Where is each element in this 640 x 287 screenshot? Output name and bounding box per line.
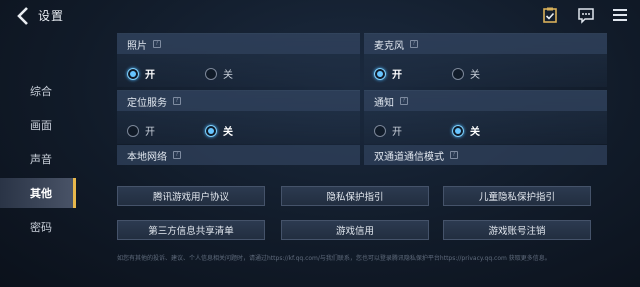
setting-label: 通知: [374, 97, 394, 109]
photo-on-option[interactable]: 开: [127, 66, 155, 81]
back-arrow-icon[interactable]: [14, 6, 34, 26]
top-bar: 设置: [0, 0, 640, 32]
sidebar-item-label: 密码: [30, 221, 52, 234]
sidebar-item-label: 声音: [30, 153, 52, 166]
menu-icon[interactable]: [611, 6, 629, 24]
radio-on-icon[interactable]: [205, 124, 217, 137]
location-off-option[interactable]: 关: [205, 123, 233, 138]
setting-label: 本地网络: [127, 151, 167, 163]
radio-off-icon[interactable]: [374, 124, 386, 137]
page-title: 设置: [38, 9, 65, 23]
setting-label: 照片: [127, 40, 147, 52]
info-icon[interactable]: ?: [153, 40, 161, 48]
account-cancel-button[interactable]: 游戏账号注销: [443, 220, 591, 240]
sidebar-item-sound[interactable]: 声音: [0, 144, 76, 174]
radio-off-icon[interactable]: [205, 67, 217, 80]
option-label: 开: [392, 70, 402, 81]
radio-off-icon[interactable]: [127, 124, 139, 137]
option-label: 开: [145, 70, 155, 81]
photo-setting: 照片 ? 开 关: [117, 33, 360, 87]
chat-icon[interactable]: [577, 6, 595, 24]
mic-off-option[interactable]: 关: [452, 66, 480, 81]
radio-on-icon[interactable]: [127, 67, 139, 80]
setting-label: 麦克风: [374, 40, 404, 52]
sidebar-item-label: 画面: [30, 119, 52, 132]
setting-label: 双通道通信模式: [374, 151, 444, 163]
info-icon[interactable]: ?: [400, 97, 408, 105]
radio-on-icon[interactable]: [374, 67, 386, 80]
dual-channel-setting[interactable]: 双通道通信模式 ?: [364, 145, 607, 165]
sidebar-item-general[interactable]: 综合: [0, 76, 76, 106]
info-icon[interactable]: ?: [410, 40, 418, 48]
sidebar-item-other[interactable]: 其他: [0, 178, 76, 208]
local-network-setting[interactable]: 本地网络 ?: [117, 145, 360, 165]
option-label: 开: [145, 127, 155, 138]
location-setting: 定位服务 ? 开 关: [117, 90, 360, 144]
sidebar-item-label: 综合: [30, 85, 52, 98]
user-agreement-button[interactable]: 腾讯游戏用户协议: [117, 186, 265, 206]
setting-label: 定位服务: [127, 97, 167, 109]
info-icon[interactable]: ?: [173, 97, 181, 105]
privacy-guide-button[interactable]: 隐私保护指引: [281, 186, 429, 206]
sidebar-item-graphics[interactable]: 画面: [0, 110, 76, 140]
info-icon[interactable]: ?: [173, 151, 181, 159]
game-credit-button[interactable]: 游戏信用: [281, 220, 429, 240]
info-icon[interactable]: ?: [450, 151, 458, 159]
radio-on-icon[interactable]: [452, 124, 464, 137]
sidebar-item-password[interactable]: 密码: [0, 212, 76, 242]
notify-off-option[interactable]: 关: [452, 123, 480, 138]
mic-setting: 麦克风 ? 开 关: [364, 33, 607, 87]
option-label: 关: [223, 127, 233, 138]
sidebar: 综合 画面 声音 其他 密码: [0, 70, 76, 250]
radio-off-icon[interactable]: [452, 67, 464, 80]
location-on-option[interactable]: 开: [127, 123, 155, 138]
sidebar-item-label: 其他: [30, 187, 52, 200]
option-label: 关: [470, 70, 480, 81]
child-privacy-guide-button[interactable]: 儿童隐私保护指引: [443, 186, 591, 206]
option-label: 开: [392, 127, 402, 138]
notify-on-option[interactable]: 开: [374, 123, 402, 138]
option-label: 关: [470, 127, 480, 138]
third-party-list-button[interactable]: 第三方信息共享清单: [117, 220, 265, 240]
option-label: 关: [223, 70, 233, 81]
photo-off-option[interactable]: 关: [205, 66, 233, 81]
mic-on-option[interactable]: 开: [374, 66, 402, 81]
footer-notice: 如您有其他的投诉、建议、个人信息相关问题时，请通过https://kf.qq.c…: [117, 255, 551, 262]
clipboard-check-icon[interactable]: [541, 6, 559, 24]
notification-setting: 通知 ? 开 关: [364, 90, 607, 144]
